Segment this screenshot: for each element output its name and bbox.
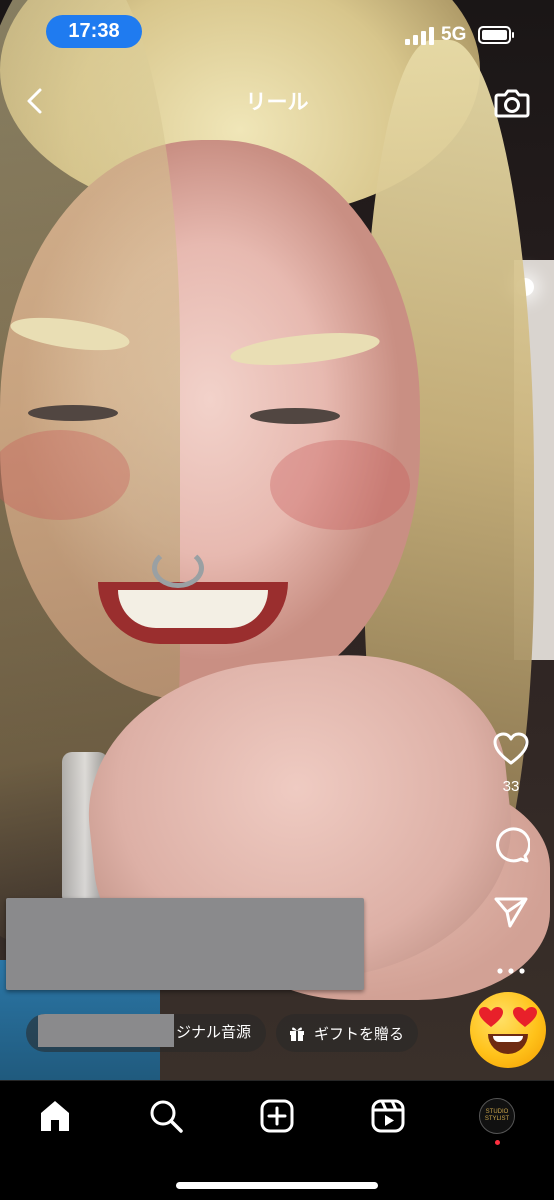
profile-avatar-text: STUDIO STYLIST bbox=[484, 1109, 510, 1122]
tab-search[interactable] bbox=[146, 1096, 186, 1136]
video-eye-left bbox=[28, 405, 118, 421]
home-indicator[interactable] bbox=[176, 1182, 378, 1189]
comment-icon bbox=[496, 827, 530, 863]
video-teeth bbox=[118, 590, 268, 628]
video-cheek-right bbox=[270, 440, 410, 530]
home-icon bbox=[41, 1101, 69, 1131]
audio-redacted bbox=[38, 1014, 174, 1047]
tab-profile[interactable]: STUDIO STYLIST bbox=[479, 1098, 515, 1134]
notification-dot bbox=[495, 1140, 500, 1145]
tab-reels[interactable] bbox=[368, 1096, 408, 1136]
heart-eyes-emoji[interactable] bbox=[470, 992, 546, 1068]
camera-icon bbox=[494, 89, 530, 118]
heart-eye-right-icon bbox=[513, 1007, 537, 1027]
search-icon bbox=[150, 1100, 183, 1133]
like-count: 33 bbox=[502, 778, 520, 795]
reels-icon bbox=[371, 1099, 405, 1133]
reels-screen: 17:38 5G リール 33 ジナル音源 ギフトを贈る STUDIO STYL… bbox=[0, 0, 554, 1200]
share-button[interactable] bbox=[488, 889, 534, 935]
tab-create[interactable] bbox=[257, 1096, 297, 1136]
comment-button[interactable] bbox=[488, 822, 534, 868]
tab-bar: STUDIO STYLIST bbox=[0, 1080, 554, 1200]
camera-button[interactable] bbox=[492, 82, 532, 122]
page-title: リール bbox=[245, 91, 309, 114]
caption-redacted bbox=[6, 898, 364, 990]
gift-button[interactable]: ギフトを贈る bbox=[276, 1014, 418, 1052]
status-time: 17:38 bbox=[46, 15, 142, 48]
audio-button[interactable]: ジナル音源 bbox=[26, 1014, 266, 1052]
like-button[interactable] bbox=[488, 726, 534, 772]
heart-icon bbox=[493, 732, 529, 765]
emoji-mouth bbox=[488, 1034, 528, 1054]
video-eye-right bbox=[250, 408, 340, 424]
battery-icon bbox=[478, 26, 514, 44]
status-bar: 17:38 5G bbox=[0, 0, 554, 64]
gift-icon bbox=[290, 1027, 304, 1041]
tab-home[interactable] bbox=[35, 1096, 75, 1136]
more-button[interactable] bbox=[488, 948, 534, 994]
audio-label: ジナル音源 bbox=[176, 1024, 252, 1041]
network-type: 5G bbox=[441, 24, 467, 45]
send-icon bbox=[494, 897, 528, 928]
heart-eye-left-icon bbox=[479, 1007, 503, 1027]
gift-label: ギフトを贈る bbox=[314, 1025, 405, 1043]
signal-icon bbox=[405, 27, 435, 45]
plus-square-icon bbox=[260, 1099, 294, 1133]
more-icon bbox=[497, 968, 525, 974]
video-nose-ring bbox=[152, 548, 204, 588]
